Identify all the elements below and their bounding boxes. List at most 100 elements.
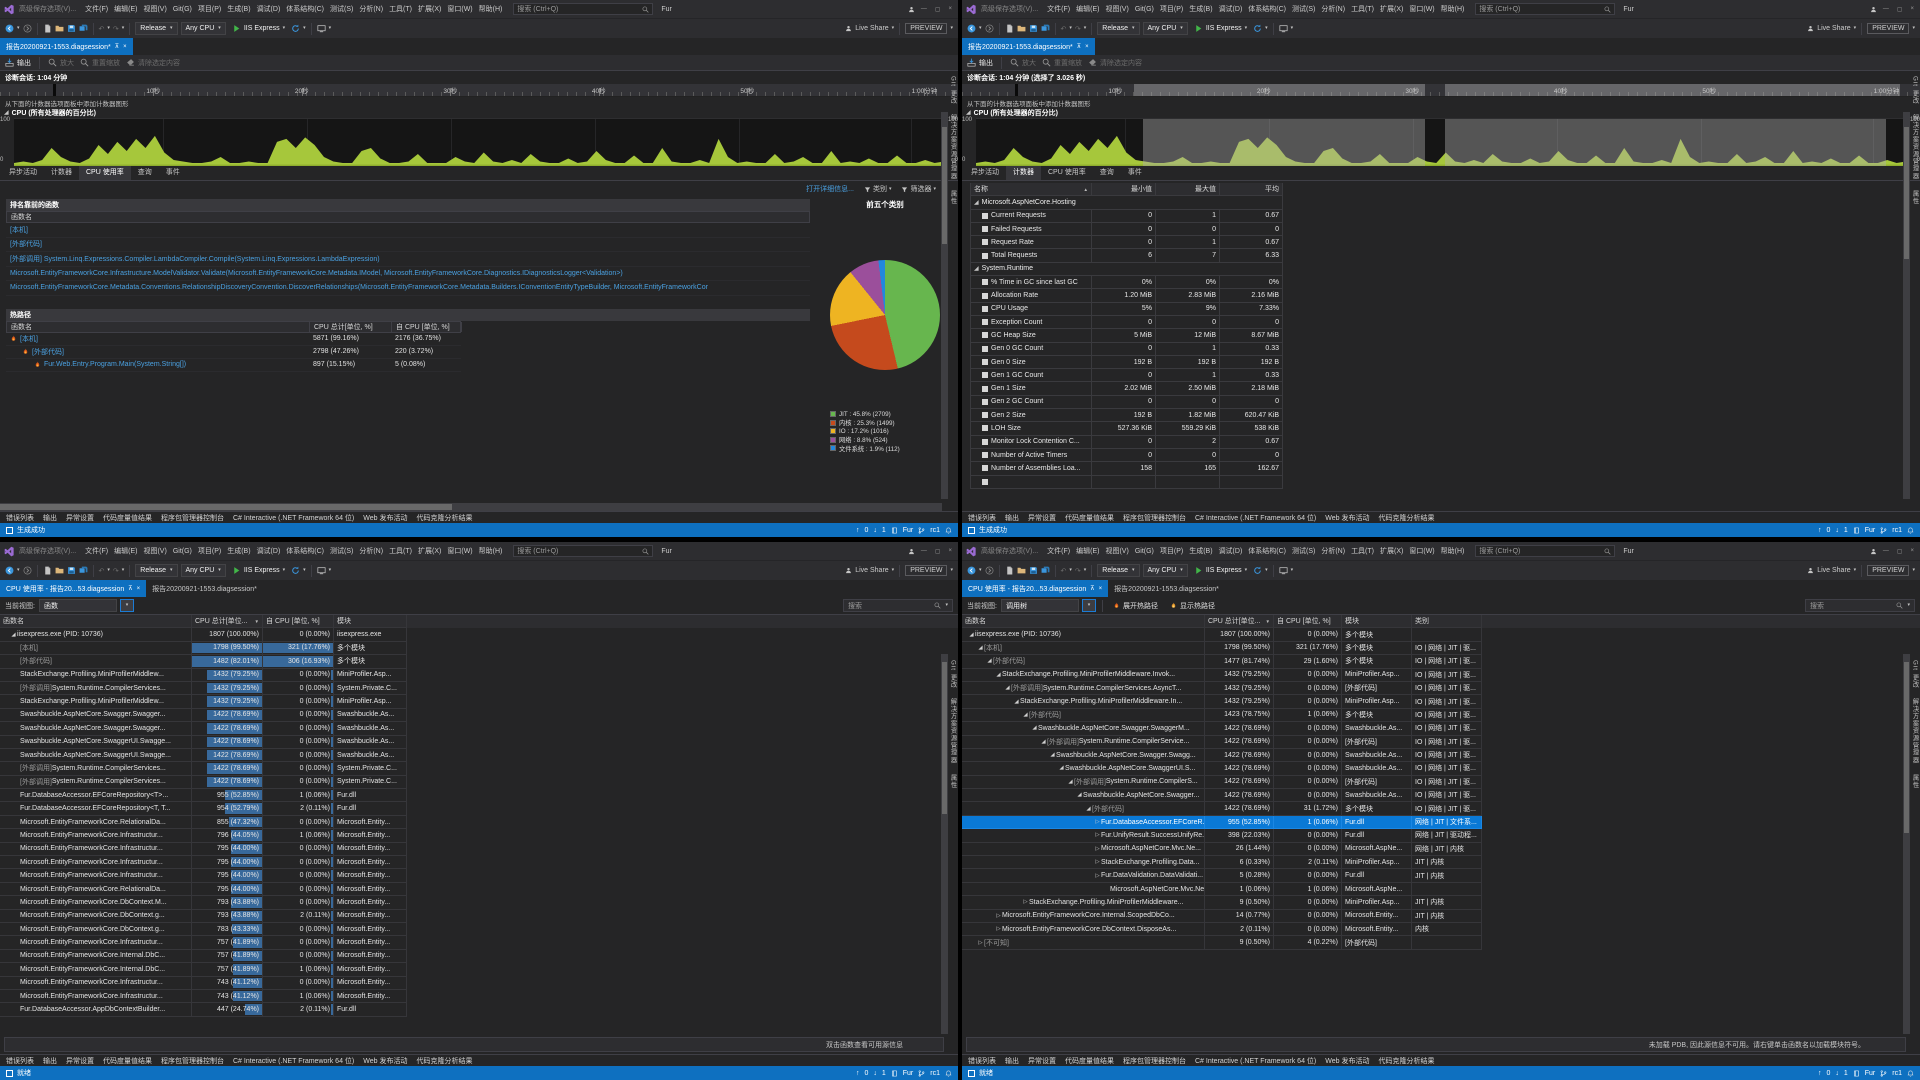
- close-icon[interactable]: ×: [137, 586, 141, 592]
- counter-name-cell[interactable]: Allocation Rate: [971, 289, 1092, 302]
- expander-icon[interactable]: ▷: [977, 940, 984, 946]
- time-selection-band[interactable]: [1445, 84, 1900, 96]
- table-row[interactable]: Fur.DatabaseAccessor.EFCoreRepository<T,…: [0, 802, 958, 815]
- live-share-label[interactable]: Live Share: [1817, 567, 1850, 574]
- notifications-bell-icon[interactable]: [1907, 527, 1914, 534]
- branch-name[interactable]: rc1: [1892, 1070, 1902, 1077]
- hot-path-row[interactable]: Fur.Web.Entry.Program.Main(System.String…: [6, 359, 461, 372]
- notifications-bell-icon[interactable]: [1907, 1070, 1914, 1077]
- expander-icon[interactable]: ◢: [1004, 685, 1011, 691]
- repo-name[interactable]: Fur: [1865, 527, 1876, 534]
- detail-tab-2[interactable]: 计数器: [1006, 164, 1041, 180]
- undo-icon[interactable]: ↶: [99, 25, 105, 33]
- vertical-scrollbar[interactable]: [941, 112, 948, 499]
- checkbox[interactable]: [982, 293, 988, 299]
- tab-cpu-usage-report[interactable]: CPU 使用率 - 报告20...53.diagsession⊼×: [962, 580, 1108, 597]
- redo-icon[interactable]: ↷: [1075, 567, 1081, 575]
- function-link[interactable]: [外部代码]: [10, 239, 42, 249]
- scrollbar-thumb[interactable]: [942, 127, 947, 243]
- table-row[interactable]: Microsoft.EntityFrameworkCore.Infrastruc…: [0, 936, 958, 949]
- category-filter[interactable]: 类别▾: [864, 184, 892, 194]
- checkbox[interactable]: [982, 372, 988, 378]
- column-header[interactable]: 模块: [1342, 615, 1412, 628]
- save-icon[interactable]: [67, 24, 76, 33]
- panel-tab[interactable]: 程序包管理器控制台: [161, 1056, 224, 1066]
- repo-name[interactable]: Fur: [1865, 1070, 1876, 1077]
- top-function-row[interactable]: Microsoft.EntityFrameworkCore.Infrastruc…: [6, 267, 810, 282]
- menu-item[interactable]: 项目(P): [1157, 544, 1186, 558]
- menu-item[interactable]: 调试(D): [1216, 544, 1246, 558]
- panel-tab[interactable]: 输出: [1005, 513, 1019, 523]
- menu-item[interactable]: 分析(N): [356, 2, 386, 16]
- save-icon[interactable]: [1029, 24, 1038, 33]
- column-header[interactable]: 类别: [1412, 615, 1482, 628]
- live-share-label[interactable]: Live Share: [1817, 25, 1850, 32]
- counter-name-cell[interactable]: Number of Active Timers: [971, 449, 1092, 462]
- table-row[interactable]: ◢StackExchange.Profiling.MiniProfilerMid…: [962, 669, 1920, 682]
- column-header-counter-name[interactable]: 名称▲: [971, 183, 1092, 196]
- platform-select[interactable]: Any CPU▾: [181, 564, 226, 577]
- menu-item[interactable]: 测试(S): [327, 2, 356, 16]
- detail-tab-5[interactable]: 事件: [159, 164, 187, 180]
- platform-select[interactable]: Any CPU▾: [181, 22, 226, 35]
- vertical-scrollbar[interactable]: [941, 654, 948, 1034]
- save-all-icon[interactable]: [1041, 566, 1050, 575]
- detail-tab-1[interactable]: 异步活动: [964, 164, 1006, 180]
- expander-icon[interactable]: ◢: [1022, 712, 1029, 718]
- table-row[interactable]: Microsoft.EntityFrameworkCore.Internal.D…: [0, 950, 958, 963]
- redo-icon[interactable]: ↷: [113, 25, 119, 33]
- cpu-timeline-chart[interactable]: 10010000: [0, 118, 958, 166]
- column-header[interactable]: 模块: [334, 615, 407, 628]
- navigate-back-icon[interactable]: [967, 566, 976, 575]
- configuration-select[interactable]: Release▾: [1097, 22, 1139, 35]
- table-row[interactable]: Microsoft.EntityFrameworkCore.Infrastruc…: [0, 856, 958, 869]
- scrollbar-thumb[interactable]: [1904, 127, 1909, 259]
- menu-item[interactable]: 生成(B): [224, 544, 253, 558]
- tab-diagsession-report[interactable]: 报告20200921-1553.diagsession* ⊼ ×: [0, 38, 133, 55]
- menu-item[interactable]: 分析(N): [356, 544, 386, 558]
- start-debug-button[interactable]: IIS Express▾: [229, 24, 288, 33]
- checkbox[interactable]: [982, 399, 988, 405]
- branch-name[interactable]: rc1: [930, 1070, 940, 1077]
- table-row[interactable]: ◢[外部调用] System.Runtime.CompilerService..…: [962, 736, 1920, 749]
- tab-diagsession-report[interactable]: 报告20200921-1553.diagsession* ⊼ ×: [962, 38, 1095, 55]
- maximize-button[interactable]: ▢: [1895, 548, 1905, 555]
- table-row[interactable]: ▷Microsoft.EntityFrameworkCore.Internal.…: [962, 910, 1920, 923]
- menu-item[interactable]: 编辑(E): [1073, 544, 1102, 558]
- new-file-icon[interactable]: [1005, 24, 1014, 33]
- counter-name-cell[interactable]: % Time in GC since last GC: [971, 276, 1092, 289]
- branch-name[interactable]: rc1: [1892, 527, 1902, 534]
- live-share-label[interactable]: Live Share: [855, 567, 888, 574]
- counter-name-cell[interactable]: GC Heap Size: [971, 329, 1092, 342]
- checkbox[interactable]: [982, 412, 988, 418]
- table-row[interactable]: StackExchange.Profiling.MiniProfilerMidd…: [0, 695, 958, 708]
- checkbox[interactable]: [982, 306, 988, 312]
- start-debug-button[interactable]: IIS Express▾: [1191, 24, 1250, 33]
- menu-item[interactable]: 体系结构(C): [283, 2, 327, 16]
- expander-icon[interactable]: ◢: [974, 265, 979, 272]
- side-tab[interactable]: Git 更改: [1911, 660, 1920, 688]
- checkbox[interactable]: [982, 253, 988, 259]
- checkbox[interactable]: [982, 465, 988, 471]
- start-debug-button[interactable]: IIS Express▾: [1191, 566, 1250, 575]
- close-icon[interactable]: ×: [1085, 44, 1089, 50]
- table-row[interactable]: ▷Fur.DataValidation.DataValidati...5 (0.…: [962, 869, 1920, 882]
- close-button[interactable]: ×: [1908, 548, 1916, 554]
- output-button[interactable]: 输出: [5, 58, 31, 68]
- panel-tab[interactable]: 代码度量值结果: [103, 513, 152, 523]
- menu-item[interactable]: 窗口(W): [444, 2, 475, 16]
- table-row[interactable]: ◢[外部调用] System.Runtime.CompilerServices.…: [962, 682, 1920, 695]
- table-row[interactable]: ◢Swashbuckle.AspNetCore.Swagger...1422 (…: [962, 789, 1920, 802]
- live-share-icon[interactable]: [845, 567, 852, 574]
- refresh-icon[interactable]: [291, 566, 300, 575]
- table-row-selected[interactable]: ▷Fur.DatabaseAccessor.EFCoreR...955 (52.…: [962, 816, 1920, 829]
- hot-path-row[interactable]: [本机]5871 (99.16%)2176 (36.75%): [6, 333, 461, 346]
- menu-item[interactable]: Git(G): [170, 546, 195, 557]
- table-row[interactable]: ◢iisexpress.exe (PID: 10736)1807 (100.00…: [0, 628, 958, 641]
- column-header-min[interactable]: 最小值: [1092, 183, 1156, 196]
- close-icon[interactable]: ×: [123, 44, 127, 50]
- open-folder-icon[interactable]: [1017, 24, 1026, 33]
- refresh-icon[interactable]: [1253, 566, 1262, 575]
- refresh-icon[interactable]: [1253, 24, 1262, 33]
- configuration-select[interactable]: Release▾: [135, 22, 177, 35]
